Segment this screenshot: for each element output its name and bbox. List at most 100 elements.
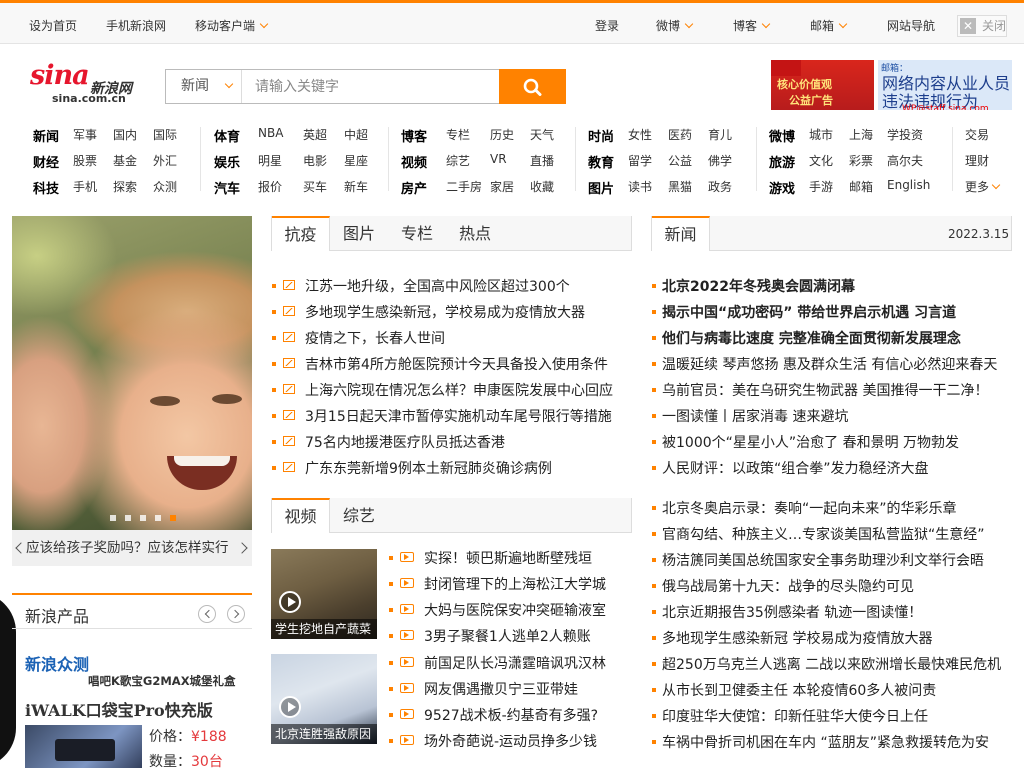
- tab-news[interactable]: 新闻: [652, 216, 710, 251]
- video-link[interactable]: 网友偶遇撒贝宁三亚带娃: [424, 679, 578, 699]
- nav-link[interactable]: 娱乐: [214, 152, 240, 171]
- prev-circle-icon[interactable]: [198, 605, 216, 623]
- mail-menu[interactable]: 邮箱: [810, 17, 848, 34]
- nav-link[interactable]: 二手房: [446, 178, 482, 195]
- nav-link[interactable]: 交易: [965, 126, 989, 143]
- video-thumbnail[interactable]: 北京连胜强敌原因: [271, 654, 377, 744]
- news-link[interactable]: 官商勾结、种族主义…专家谈美国私营监狱“生意经”: [662, 524, 985, 544]
- nav-link[interactable]: 综艺: [446, 152, 470, 169]
- weibo-menu[interactable]: 微博: [656, 17, 694, 34]
- nav-link[interactable]: 育儿: [708, 126, 732, 143]
- nav-link[interactable]: 探索: [113, 178, 137, 195]
- news-link[interactable]: 人民财评：以政策“组合拳”发力稳经济大盘: [662, 458, 929, 478]
- nav-link[interactable]: 国际: [153, 126, 177, 143]
- set-homepage-link[interactable]: 设为首页: [29, 17, 77, 34]
- nav-link[interactable]: 专栏: [446, 126, 470, 143]
- next-arrow-icon[interactable]: [236, 542, 248, 554]
- nav-link[interactable]: 高尔夫: [887, 152, 923, 169]
- blog-menu[interactable]: 博客: [733, 17, 771, 34]
- news-link[interactable]: 乌前官员：美在乌研究生物武器 美国推得一干二净！: [662, 380, 988, 400]
- play-icon[interactable]: [279, 591, 301, 613]
- product-test-link[interactable]: 新浪众测: [25, 651, 89, 675]
- mobile-client-menu[interactable]: 移动客户端: [195, 17, 269, 34]
- headline-link[interactable]: 北京2022年冬残奥会圆满闭幕: [662, 276, 855, 296]
- news-link[interactable]: 北京冬奥启示录：奏响“一起向未来”的华彩乐章: [662, 498, 957, 518]
- nav-link[interactable]: 旅游: [769, 152, 795, 171]
- news-link[interactable]: 印度驻华大使馆：印新任驻华大使今日上任: [662, 706, 928, 726]
- nav-link[interactable]: 房产: [401, 178, 427, 197]
- nav-link[interactable]: 明星: [258, 152, 282, 169]
- nav-link[interactable]: 买车: [303, 178, 327, 195]
- photo-slideshow[interactable]: 应该给孩子奖励吗？应该怎样实行: [12, 216, 252, 566]
- mobile-sina-link[interactable]: 手机新浪网: [106, 17, 166, 34]
- news-link[interactable]: 多地现学生感染新冠，学校易成为疫情放大器: [305, 302, 585, 322]
- nav-link[interactable]: 手机: [73, 178, 97, 195]
- nav-link[interactable]: 读书: [628, 178, 652, 195]
- video-link[interactable]: 封闭管理下的上海松江大学城: [424, 574, 606, 594]
- nav-link[interactable]: 女性: [628, 126, 652, 143]
- news-link[interactable]: 北京近期报告35例感染者 轨迹一图读懂！: [662, 602, 922, 622]
- slide-dot[interactable]: [110, 515, 116, 521]
- nav-link[interactable]: 历史: [490, 126, 514, 143]
- nav-link[interactable]: 政务: [708, 178, 732, 195]
- nav-link[interactable]: 股票: [73, 152, 97, 169]
- nav-link[interactable]: 科技: [33, 178, 59, 197]
- tab-1[interactable]: 图片: [330, 216, 388, 251]
- nav-link[interactable]: 新车: [344, 178, 368, 195]
- next-circle-icon[interactable]: [227, 605, 245, 623]
- product-promo-link[interactable]: 唱吧K歌宝G2MAX城堡礼盒: [88, 673, 236, 689]
- sina-logo[interactable]: sina 新浪网 sina.com.cn: [30, 60, 145, 106]
- nav-link[interactable]: 理财: [965, 152, 989, 169]
- slide-dot[interactable]: [140, 515, 146, 521]
- nav-link[interactable]: 城市: [809, 126, 833, 143]
- news-link[interactable]: 多地现学生感染新冠 学校易成为疫情放大器: [662, 628, 932, 648]
- nav-link[interactable]: 天气: [530, 126, 554, 143]
- news-link[interactable]: 俄乌战局第十九天：战争的尽头隐约可见: [662, 576, 914, 596]
- tab-2[interactable]: 专栏: [388, 216, 446, 251]
- nav-link[interactable]: 收藏: [530, 178, 554, 195]
- slide-dot[interactable]: [155, 515, 161, 521]
- more-nav-menu[interactable]: 更多: [965, 178, 1001, 195]
- nav-link[interactable]: 直播: [530, 152, 554, 169]
- nav-link[interactable]: 体育: [214, 126, 240, 145]
- nav-link[interactable]: 微博: [769, 126, 795, 145]
- nav-link[interactable]: 时尚: [588, 126, 614, 145]
- video-link[interactable]: 场外奇葩说-运动员挣多少钱: [424, 731, 597, 751]
- video-link[interactable]: 3男子聚餐1人逃单2人赖账: [424, 626, 591, 646]
- headline-link[interactable]: 揭示中国“成功密码” 带给世界启示机遇 习言道: [662, 302, 956, 322]
- banner-ad[interactable]: 核心价值观 公益广告 邮箱： 网络内容从业人员 违法违规行为 WP@staff.…: [771, 60, 1012, 111]
- news-link[interactable]: 3月15日起天津市暂停实施机动车尾号限行等措施: [305, 406, 612, 426]
- close-button[interactable]: ✕ 关闭: [957, 15, 1007, 37]
- video-link[interactable]: 9527战术板-约基奇有多强?: [424, 705, 598, 725]
- news-link[interactable]: 被1000个“星星小人”治愈了 春和景明 万物勃发: [662, 432, 959, 452]
- product-image[interactable]: [25, 725, 142, 768]
- nav-link[interactable]: 文化: [809, 152, 833, 169]
- tab-0[interactable]: 抗疫: [272, 216, 330, 251]
- nav-link[interactable]: 留学: [628, 152, 652, 169]
- nav-link[interactable]: 众测: [153, 178, 177, 195]
- news-link[interactable]: 一图读懂丨居家消毒 速来避坑: [662, 406, 848, 426]
- video-link[interactable]: 实探！顿巴斯遍地断壁残垣: [424, 548, 592, 568]
- product-name-link[interactable]: iWALK口袋宝Pro快充版: [25, 697, 213, 721]
- play-icon[interactable]: [279, 696, 301, 718]
- nav-link[interactable]: VR: [490, 152, 507, 166]
- nav-link[interactable]: 中超: [344, 126, 368, 143]
- nav-link[interactable]: 手游: [809, 178, 833, 195]
- prev-arrow-icon[interactable]: [15, 542, 27, 554]
- search-input[interactable]: [243, 70, 498, 103]
- slide-caption[interactable]: 应该给孩子奖励吗？应该怎样实行: [12, 530, 252, 566]
- news-link[interactable]: 超250万乌克兰人逃离 二战以来欧洲增长最快难民危机: [662, 654, 1001, 674]
- tab-3[interactable]: 热点: [446, 216, 504, 251]
- nav-link[interactable]: 学投资: [887, 126, 923, 143]
- nav-link[interactable]: NBA: [258, 126, 283, 140]
- nav-link[interactable]: 视频: [401, 152, 427, 171]
- nav-link[interactable]: 图片: [588, 178, 614, 197]
- nav-link[interactable]: 教育: [588, 152, 614, 171]
- headline-link[interactable]: 他们与病毒比速度 完整准确全面贯彻新发展理念: [662, 328, 961, 348]
- news-link[interactable]: 75名内地援港医疗队员抵达香港: [305, 432, 505, 452]
- nav-link[interactable]: 家居: [490, 178, 514, 195]
- news-link[interactable]: 车祸中骨折司机困在车内 “蓝朋友”紧急救援转危为安: [662, 732, 989, 752]
- news-link[interactable]: 杨洁篪同美国总统国家安全事务助理沙利文举行会晤: [662, 550, 984, 570]
- nav-link[interactable]: 邮箱: [849, 178, 873, 195]
- tab-1[interactable]: 综艺: [330, 498, 388, 533]
